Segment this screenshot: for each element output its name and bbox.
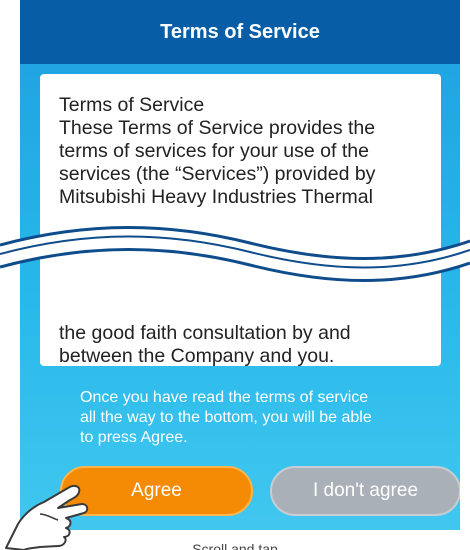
agree-button[interactable]: Agree	[60, 466, 253, 516]
agree-button-label: Agree	[131, 480, 182, 501]
dialog-title: Terms of Service	[160, 20, 320, 43]
terms-dialog: Terms of Service Terms of Service These …	[20, 0, 460, 530]
terms-line: terms of services for your use of the	[59, 140, 369, 162]
title-bar: Terms of Service	[20, 0, 460, 64]
footer-label: Scroll and tap	[192, 541, 278, 550]
scroll-notice: Once you have read the terms of service …	[80, 388, 440, 448]
notice-line: Once you have read the terms of service	[80, 389, 369, 406]
terms-line: These Terms of Service provides the	[59, 117, 376, 139]
disagree-button[interactable]: I don't agree	[270, 466, 460, 516]
terms-text-bottom: the good faith consultation by and betwe…	[59, 322, 439, 366]
terms-line: Terms of Service	[59, 94, 205, 116]
terms-line: the good faith consultation by and	[59, 322, 351, 344]
terms-text-box[interactable]: Terms of Service These Terms of Service …	[40, 74, 441, 366]
disagree-button-label: I don't agree	[312, 480, 419, 501]
terms-text-top: Terms of Service These Terms of Service …	[59, 94, 439, 209]
terms-line: services (the “Services”) provided by	[59, 163, 376, 185]
terms-line: Mitsubishi Heavy Industries Thermal	[59, 186, 373, 208]
notice-line: all the way to the bottom, you will be a…	[80, 409, 372, 426]
terms-line: between the Company and you.	[59, 345, 335, 366]
notice-line: to press Agree.	[80, 429, 188, 446]
